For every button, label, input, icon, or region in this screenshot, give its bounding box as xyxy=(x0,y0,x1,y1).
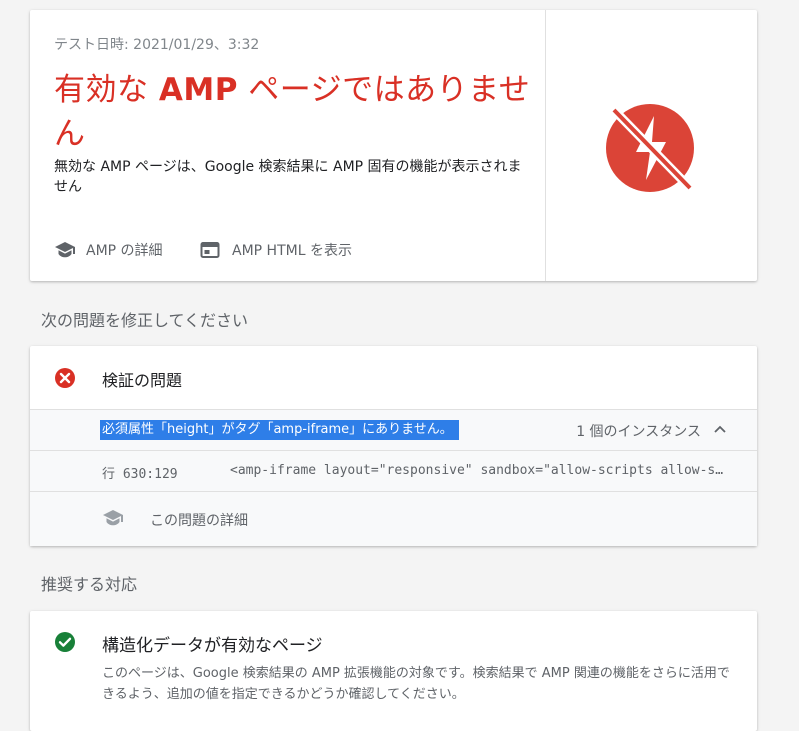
structured-data-title: 構造化データが有効なページ xyxy=(102,636,323,656)
chevron-up-icon[interactable] xyxy=(713,424,727,434)
result-card: テスト日時: 2021/01/29、3:32 有効な AMP ページではありませ… xyxy=(30,10,757,281)
result-description: 無効な AMP ページは、Google 検索結果に AMP 固有の機能が表示され… xyxy=(54,159,522,195)
amp-details-link[interactable]: AMP の詳細 xyxy=(54,239,163,261)
error-icon xyxy=(55,368,75,388)
result-summary: テスト日時: 2021/01/29、3:32 有効な AMP ページではありませ… xyxy=(30,10,545,281)
view-amp-html-label: AMP HTML を表示 xyxy=(232,243,352,259)
code-snippet: <amp-iframe layout="responsive" sandbox=… xyxy=(230,463,730,478)
result-title-amp: AMP xyxy=(158,72,238,108)
graduation-cap-icon xyxy=(54,240,76,260)
issue-message: 必須属性「height」がタグ「amp-iframe」にありません。 xyxy=(100,420,459,440)
issue-details-label: この問題の詳細 xyxy=(150,513,248,529)
result-title: 有効な AMP ページではありません xyxy=(54,68,534,156)
instance-count: 1 個のインスタンス xyxy=(576,424,701,440)
issue-card: 検証の問題 必須属性「height」がタグ「amp-iframe」にありません。… xyxy=(30,346,757,546)
issue-details-link[interactable]: この問題の詳細 xyxy=(30,492,757,546)
structured-data-description: このページは、Google 検索結果の AMP 拡張機能の対象です。検索結果で … xyxy=(102,666,730,702)
browser-window-icon xyxy=(200,240,222,260)
amp-details-label: AMP の詳細 xyxy=(86,243,163,259)
invalid-amp-icon xyxy=(606,104,694,192)
fix-section-heading: 次の問題を修正してください xyxy=(41,311,249,330)
issue-row[interactable]: 必須属性「height」がタグ「amp-iframe」にありません。 1 個のイ… xyxy=(30,409,757,451)
view-amp-html-link[interactable]: AMP HTML を表示 xyxy=(200,239,352,261)
status-panel xyxy=(545,10,757,281)
issue-header: 検証の問題 xyxy=(30,346,757,409)
test-date: テスト日時: 2021/01/29、3:32 xyxy=(54,37,260,53)
code-row: 行 630:129 <amp-iframe layout="responsive… xyxy=(30,451,757,492)
graduation-cap-icon xyxy=(102,509,124,531)
line-number: 行 630:129 xyxy=(102,467,178,482)
result-title-prefix: 有効な xyxy=(54,72,159,108)
structured-data-card: 構造化データが有効なページ このページは、Google 検索結果の AMP 拡張… xyxy=(30,611,757,731)
issue-title: 検証の問題 xyxy=(102,371,183,390)
check-circle-icon xyxy=(55,632,75,652)
improve-section-heading: 推奨する対応 xyxy=(41,575,138,594)
